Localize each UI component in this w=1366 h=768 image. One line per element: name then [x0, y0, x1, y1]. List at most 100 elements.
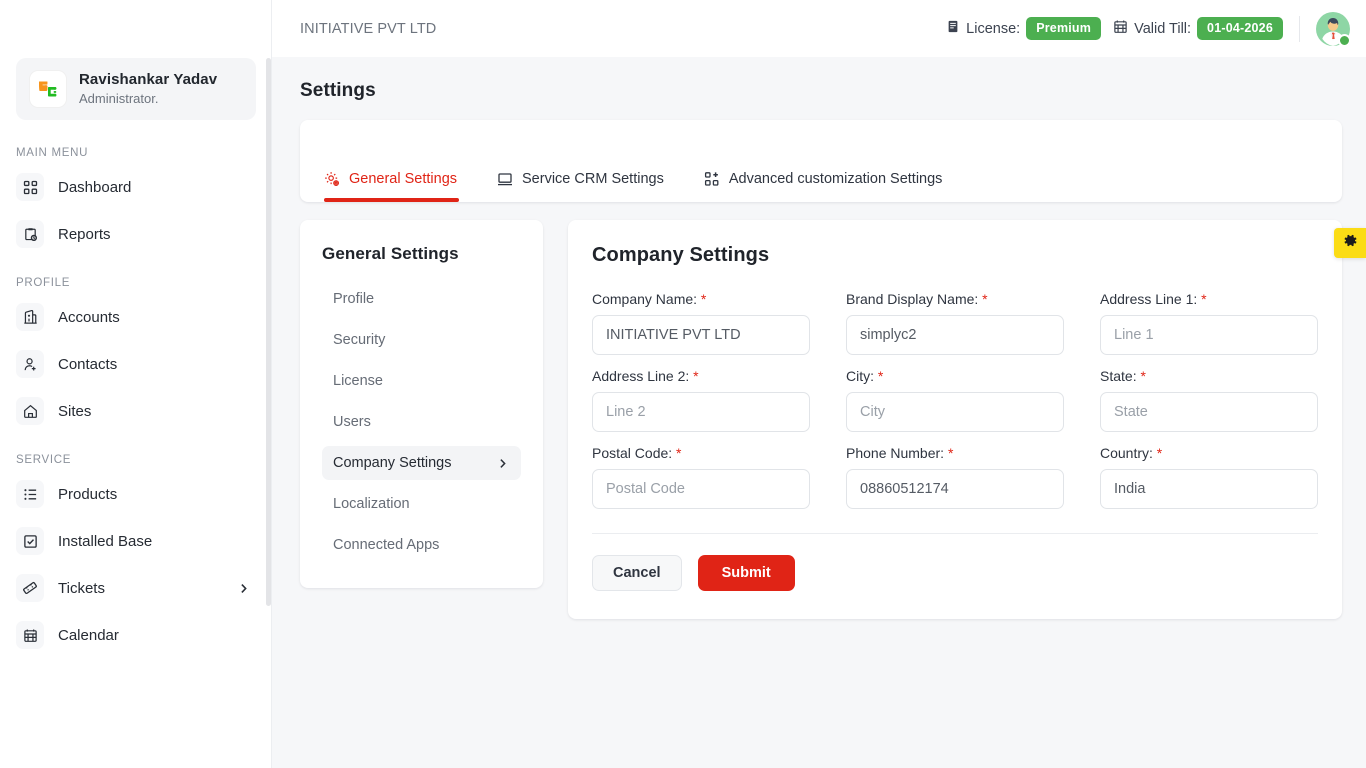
subnav-item-connected-apps[interactable]: Connected Apps	[322, 528, 521, 562]
ticket-icon	[16, 574, 44, 602]
field-label: Phone Number: *	[846, 445, 1064, 461]
company-settings-form-grid: Company Name: * Brand Display Name: * Ad…	[592, 291, 1318, 509]
license-label: License:	[966, 20, 1021, 37]
general-settings-subnav: General Settings Profile Security Licens…	[300, 220, 543, 588]
sidebar-item-label: Products	[58, 485, 118, 503]
field-address-line-1: Address Line 1: *	[1100, 291, 1318, 355]
field-country: Country: *	[1100, 445, 1318, 509]
floating-settings-widget[interactable]	[1334, 228, 1366, 258]
avatar[interactable]	[1316, 11, 1351, 47]
sidebar-item-sites[interactable]: Sites	[10, 394, 262, 428]
building-icon	[16, 303, 44, 331]
sidebar-item-calendar[interactable]: Calendar	[10, 618, 262, 652]
field-city: City: *	[846, 368, 1064, 432]
address-line-2-input[interactable]	[592, 392, 810, 432]
user-add-icon	[16, 350, 44, 378]
sidebar-item-tickets[interactable]: Tickets	[10, 571, 262, 605]
profile-role: Administrator.	[79, 90, 159, 106]
field-label-text: Address Line 1:	[1100, 291, 1198, 307]
subnav-item-label: Security	[333, 332, 386, 348]
settings-panels: General Settings Profile Security Licens…	[300, 220, 1342, 619]
sidebar-item-label: Sites	[58, 402, 92, 420]
page-title: Settings	[300, 80, 376, 101]
field-label-text: Brand Display Name:	[846, 291, 979, 307]
country-input[interactable]	[1100, 469, 1318, 509]
field-label: Postal Code: *	[592, 445, 810, 461]
required-marker: *	[689, 368, 699, 384]
sidebar-item-products[interactable]: Products	[10, 477, 262, 511]
topbar-right-group: License: Premium Valid Till: 01-04-2026	[946, 11, 1351, 47]
sidebar-profile-card[interactable]: Ravishankar Yadav Administrator.	[16, 58, 256, 120]
subnav-item-localization[interactable]: Localization	[322, 487, 521, 521]
gear-settings-icon	[324, 171, 340, 187]
online-status-dot	[1338, 33, 1351, 47]
company-name-input[interactable]	[592, 315, 810, 355]
required-marker: *	[697, 291, 707, 307]
subnav-item-label: Company Settings	[333, 455, 452, 471]
license-group: License: Premium	[946, 17, 1102, 40]
topbar-company-name: INITIATIVE PVT LTD	[300, 20, 437, 37]
sidebar-item-contacts[interactable]: Contacts	[10, 347, 262, 381]
sidebar-item-installed-base[interactable]: Installed Base	[10, 524, 262, 558]
field-label-text: Country:	[1100, 445, 1153, 461]
field-label-text: Address Line 2:	[592, 368, 690, 384]
subnav-item-users[interactable]: Users	[322, 405, 521, 439]
field-label: Country: *	[1100, 445, 1318, 461]
subnav-item-label: Profile	[333, 291, 375, 307]
tab-general-settings[interactable]: General Settings	[324, 120, 475, 202]
required-marker: *	[1136, 368, 1146, 384]
subnav-item-label: Users	[333, 414, 371, 430]
settings-tabs: General Settings Service CRM Settings Ad…	[324, 120, 982, 202]
sidebar-item-dashboard[interactable]: Dashboard	[10, 170, 262, 204]
field-label: Address Line 1: *	[1100, 291, 1318, 307]
state-input[interactable]	[1100, 392, 1318, 432]
submit-button[interactable]: Submit	[697, 555, 795, 591]
field-postal-code: Postal Code: *	[592, 445, 810, 509]
field-label-text: Company Name:	[592, 291, 698, 307]
sidebar-item-reports[interactable]: Reports	[10, 217, 262, 251]
reports-clipboard-icon	[16, 220, 44, 248]
required-marker: *	[978, 291, 988, 307]
sidebar-item-label: Contacts	[58, 355, 118, 373]
subnav-item-security[interactable]: Security	[322, 323, 521, 357]
address-line-1-input[interactable]	[1100, 315, 1318, 355]
phone-number-input[interactable]	[846, 469, 1064, 509]
profile-name: Ravishankar Yadav	[79, 71, 218, 88]
tab-advanced-customization-settings[interactable]: Advanced customization Settings	[704, 120, 961, 202]
field-label: Brand Display Name: *	[846, 291, 1064, 307]
sidebar-scrollbar[interactable]	[266, 58, 271, 606]
valid-till-group: Valid Till: 01-04-2026	[1113, 17, 1283, 40]
chevron-right-icon	[237, 582, 256, 595]
required-marker: *	[1197, 291, 1207, 307]
cancel-button[interactable]: Cancel	[592, 555, 682, 591]
top-bar: INITIATIVE PVT LTD License: Premium Vali…	[272, 0, 1366, 57]
sidebar-item-accounts[interactable]: Accounts	[10, 300, 262, 334]
field-label-text: City:	[846, 368, 874, 384]
home-icon	[16, 397, 44, 425]
tab-label: Service CRM Settings	[522, 171, 664, 187]
gear-icon	[1343, 233, 1358, 253]
checkbox-square-icon	[16, 527, 44, 555]
sidebar-item-label: Calendar	[58, 626, 119, 644]
calendar-grid-icon	[16, 621, 44, 649]
settings-tabs-card: General Settings Service CRM Settings Ad…	[300, 120, 1342, 202]
tab-service-crm-settings[interactable]: Service CRM Settings	[497, 120, 682, 202]
license-book-icon	[946, 19, 960, 39]
subnav-item-label: License	[333, 373, 383, 389]
subnav-item-company-settings[interactable]: Company Settings	[322, 446, 521, 480]
field-address-line-2: Address Line 2: *	[592, 368, 810, 432]
sidebar-item-label: Reports	[58, 225, 111, 243]
required-marker: *	[944, 445, 954, 461]
postal-code-input[interactable]	[592, 469, 810, 509]
form-actions: Cancel Submit	[592, 534, 1318, 591]
sidebar-scroll-area: Ravishankar Yadav Administrator. MAIN ME…	[0, 0, 271, 768]
subnav-item-license[interactable]: License	[322, 364, 521, 398]
field-label: Address Line 2: *	[592, 368, 810, 384]
sidebar-section-label-service: SERVICE	[16, 454, 72, 466]
subnav-item-profile[interactable]: Profile	[322, 282, 521, 316]
subnav-item-label: Connected Apps	[333, 537, 440, 553]
field-state: State: *	[1100, 368, 1318, 432]
city-input[interactable]	[846, 392, 1064, 432]
brand-display-name-input[interactable]	[846, 315, 1064, 355]
dashboard-grid-icon	[16, 173, 44, 201]
